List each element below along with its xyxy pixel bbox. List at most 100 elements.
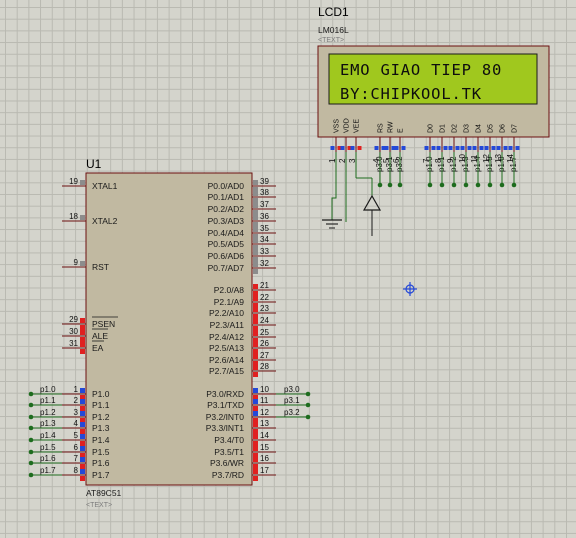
- mcu-pin-number: 7: [74, 454, 79, 463]
- net-junction: [387, 182, 393, 188]
- pin-state-marker: [253, 365, 258, 370]
- lcd-pin-name: VDD: [344, 118, 351, 133]
- mcu-net-label: p1.6: [40, 454, 56, 463]
- lcd-ref-label: LCD1: [318, 5, 349, 19]
- pin-state-marker: [80, 399, 85, 404]
- pin-state-marker: [80, 325, 85, 330]
- lcd-pin-name: VEE: [354, 119, 361, 133]
- net-junction: [499, 182, 505, 188]
- lcd-pin-name: D4: [476, 124, 483, 133]
- pin-state-marker: [253, 469, 258, 474]
- mcu-pin-number: 34: [260, 235, 269, 244]
- lcd-pin-name: VSS: [334, 119, 341, 133]
- net-junction: [28, 391, 34, 397]
- pin-state-marker: [503, 146, 508, 150]
- crosshair-cursor-icon[interactable]: [403, 282, 417, 296]
- lcd-part-label: LM016L: [318, 25, 349, 35]
- pin-state-marker: [253, 227, 258, 232]
- pin-state-marker: [253, 434, 258, 439]
- mcu-net-label: p3.1: [284, 396, 300, 405]
- lcd-pin-name: D3: [464, 124, 471, 133]
- mcu-pin-number: 11: [260, 396, 269, 405]
- mcu-component[interactable]: U1 AT89C51 <TEXT> 19 XTAL118 XTAL29 RST29 PS…: [28, 157, 311, 509]
- mcu-part-label: AT89C51: [86, 488, 122, 498]
- pin-state-marker: [253, 476, 258, 481]
- pin-state-marker: [80, 469, 85, 474]
- mcu-pin-number: 18: [69, 212, 78, 221]
- mcu-pin-name: P3.2/INT0: [206, 412, 245, 422]
- mcu-pin-name: P2.4/A12: [209, 332, 244, 342]
- net-junction: [305, 391, 311, 397]
- pin-state-marker: [80, 180, 85, 185]
- pin-state-marker: [460, 146, 465, 150]
- pin-state-marker: [253, 411, 258, 416]
- pin-state-marker: [80, 349, 85, 354]
- net-junction: [377, 182, 383, 188]
- pin-state-marker: [80, 337, 85, 342]
- net-junction: [475, 182, 481, 188]
- pin-state-marker: [491, 146, 496, 150]
- pin-state-marker: [384, 146, 389, 150]
- net-junction: [28, 472, 34, 478]
- mcu-pin-number: 31: [69, 339, 78, 348]
- mcu-pin-name: P3.7/RD: [212, 470, 244, 480]
- mcu-pin-name: P0.1/AD1: [208, 192, 245, 202]
- pin-state-marker: [253, 399, 258, 404]
- pin-state-marker: [253, 326, 258, 331]
- lcd-pin-name: D0: [428, 124, 435, 133]
- lcd-text-placeholder: <TEXT>: [318, 37, 344, 44]
- net-junction: [28, 449, 34, 455]
- mcu-pin-name: XTAL2: [92, 216, 118, 226]
- mcu-pin-name: P2.7/A15: [209, 366, 244, 376]
- mcu-pin-name: P3.1/TXD: [207, 400, 244, 410]
- mcu-pin-name: RST: [92, 262, 109, 272]
- pin-state-marker: [515, 146, 520, 150]
- pin-state-marker: [80, 411, 85, 416]
- pin-state-marker: [253, 238, 258, 243]
- pin-state-marker: [253, 257, 258, 262]
- pin-state-marker: [80, 330, 85, 335]
- pin-state-marker: [253, 331, 258, 336]
- pin-state-marker: [253, 464, 258, 469]
- mcu-pin-number: 39: [260, 177, 269, 186]
- mcu-net-label: p1.5: [40, 443, 56, 452]
- mcu-pin-name: P3.5/T1: [214, 447, 244, 457]
- mcu-pin-name: P1.7: [92, 470, 110, 480]
- pin-state-marker: [357, 146, 362, 150]
- schematic-canvas[interactable]: LCD1 LM016L <TEXT> EMO GIAO TIEP 80 BY:C…: [0, 0, 576, 538]
- pin-state-marker: [253, 250, 258, 255]
- pin-state-marker: [253, 291, 258, 296]
- mcu-pin-name: P1.2: [92, 412, 110, 422]
- mcu-pin-number: 10: [260, 385, 269, 394]
- pin-state-marker: [80, 457, 85, 462]
- mcu-net-label: p1.4: [40, 431, 56, 440]
- pin-state-marker: [253, 198, 258, 203]
- lcd-pin-name: D7: [512, 124, 519, 133]
- mcu-pin-name: P0.5/AD5: [208, 239, 245, 249]
- pin-state-marker: [253, 296, 258, 301]
- mcu-pin-number: 35: [260, 224, 269, 233]
- mcu-net-label: p1.1: [40, 396, 56, 405]
- net-junction: [511, 182, 517, 188]
- mcu-pin-name: P2.2/A10: [209, 308, 244, 318]
- net-junction: [28, 414, 34, 420]
- pin-state-marker: [472, 146, 477, 150]
- mcu-pin-name: P3.3/INT1: [206, 423, 245, 433]
- mcu-pin-number: 6: [74, 443, 79, 452]
- lcd-pin-name: D6: [500, 124, 507, 133]
- lcd-pin-name: D5: [488, 124, 495, 133]
- pin-state-marker: [253, 215, 258, 220]
- pin-state-marker: [443, 146, 448, 150]
- pin-state-marker: [253, 245, 258, 250]
- pin-state-marker: [401, 146, 406, 150]
- mcu-pin-name: P1.3: [92, 423, 110, 433]
- mcu-net-label: p1.0: [40, 385, 56, 394]
- lcd-component[interactable]: LCD1 LM016L <TEXT> EMO GIAO TIEP 80 BY:C…: [317, 5, 550, 188]
- power-symbol[interactable]: [362, 194, 382, 211]
- mcu-pin-name: P2.6/A14: [209, 355, 244, 365]
- mcu-net-label: p1.3: [40, 419, 56, 428]
- mcu-pin-number: 30: [69, 327, 78, 336]
- pin-state-marker: [80, 406, 85, 411]
- pin-state-marker: [80, 476, 85, 481]
- mcu-pin-name: P2.1/A9: [214, 297, 245, 307]
